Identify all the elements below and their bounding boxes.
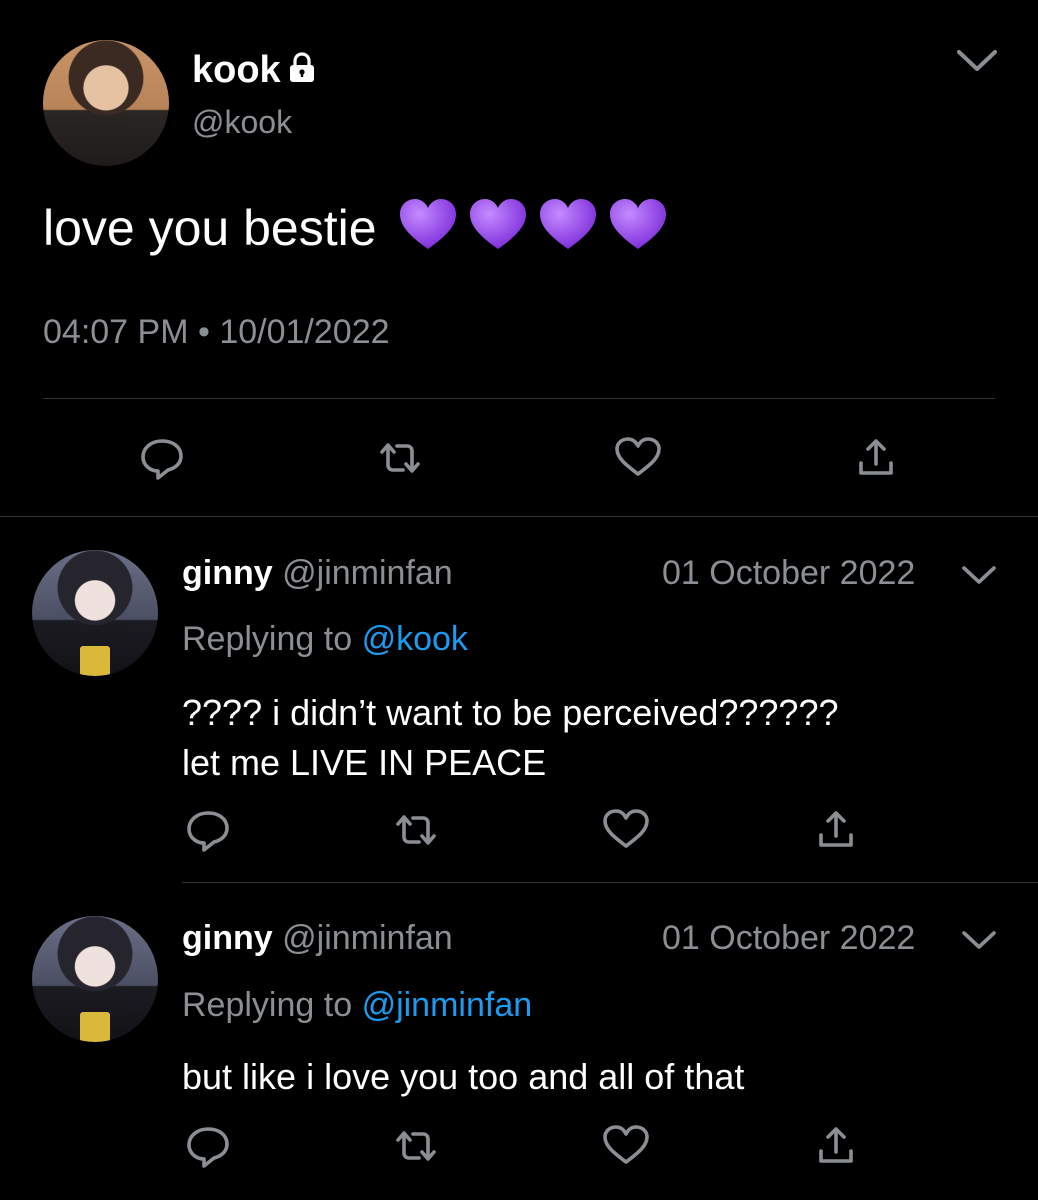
chevron-down-icon[interactable] (955, 46, 999, 81)
avatar[interactable] (32, 550, 158, 676)
reply-date[interactable]: 01 October 2022 (662, 552, 915, 594)
reply-icon (187, 811, 229, 852)
author-name-row[interactable]: ginny @jinminfan (182, 917, 453, 959)
share-icon (859, 439, 893, 475)
chevron-down-icon[interactable] (960, 562, 998, 593)
timestamp-separator: • (197, 313, 210, 351)
tweet-text-line: but like i love you too and all of that (182, 1056, 745, 1097)
tweet-timestamp[interactable]: 04:07 PM • 10/01/2022 (43, 312, 390, 352)
tweet-time: 04:07 PM (43, 313, 189, 351)
divider (43, 398, 995, 399)
reply-button[interactable] (178, 800, 238, 860)
heart-icon (603, 1125, 649, 1164)
avatar[interactable] (43, 40, 169, 166)
tweet-text-line: ???? i didn’t want to be perceived?????? (182, 692, 839, 733)
share-icon (819, 1127, 853, 1163)
retweet-icon (396, 1131, 436, 1161)
author-name-row[interactable]: kook (192, 48, 317, 93)
reply-button[interactable] (132, 428, 192, 488)
retweet-icon (380, 443, 420, 473)
avatar[interactable] (32, 916, 158, 1042)
retweet-button[interactable] (386, 800, 446, 860)
reply-date[interactable]: 01 October 2022 (662, 917, 915, 959)
tweet-text: love you bestie (43, 200, 377, 256)
handle: @jinminfan (282, 554, 453, 592)
tweet-text: but like i love you too and all of that (182, 1052, 744, 1102)
heart-icon (615, 437, 661, 476)
display-name: ginny (182, 554, 273, 592)
share-icon (819, 811, 853, 847)
share-button[interactable] (806, 1116, 866, 1176)
replying-to: Replying to @kook (182, 618, 468, 660)
purple-heart-icon (540, 199, 597, 249)
retweet-button[interactable] (386, 1116, 446, 1176)
display-name: kook (192, 49, 281, 91)
replying-to-label: Replying to (182, 620, 353, 658)
purple-heart-icon (400, 199, 457, 249)
display-name: ginny (182, 919, 273, 957)
tweet-text-row: love you bestie (43, 196, 678, 260)
tweet-text-line: let me LIVE IN PEACE (182, 742, 547, 783)
chevron-down-icon[interactable] (960, 927, 998, 958)
reply-icon (187, 1127, 229, 1168)
tweet-text: ???? i didn’t want to be perceived??????… (182, 688, 839, 788)
divider (182, 882, 1038, 883)
divider (0, 516, 1038, 517)
like-button[interactable] (596, 1116, 656, 1176)
purple-heart-icon (470, 199, 527, 249)
replying-to-link[interactable]: @kook (362, 620, 468, 658)
like-button[interactable] (608, 428, 668, 488)
purple-heart-icon (610, 199, 667, 249)
replying-to: Replying to @jinminfan (182, 984, 532, 1026)
retweet-button[interactable] (370, 428, 430, 488)
like-button[interactable] (596, 800, 656, 860)
reply-button[interactable] (178, 1116, 238, 1176)
retweet-icon (396, 815, 436, 845)
heart-icon (603, 809, 649, 848)
lock-icon (287, 49, 317, 93)
author-name-row[interactable]: ginny @jinminfan (182, 552, 453, 594)
replying-to-link[interactable]: @jinminfan (362, 986, 533, 1024)
handle[interactable]: @kook (192, 103, 292, 141)
reply-icon (141, 439, 183, 480)
emoji-row (398, 199, 678, 256)
tweet-date: 10/01/2022 (219, 313, 390, 351)
handle: @jinminfan (282, 919, 453, 957)
replying-to-label: Replying to (182, 986, 353, 1024)
share-button[interactable] (806, 800, 866, 860)
share-button[interactable] (846, 428, 906, 488)
